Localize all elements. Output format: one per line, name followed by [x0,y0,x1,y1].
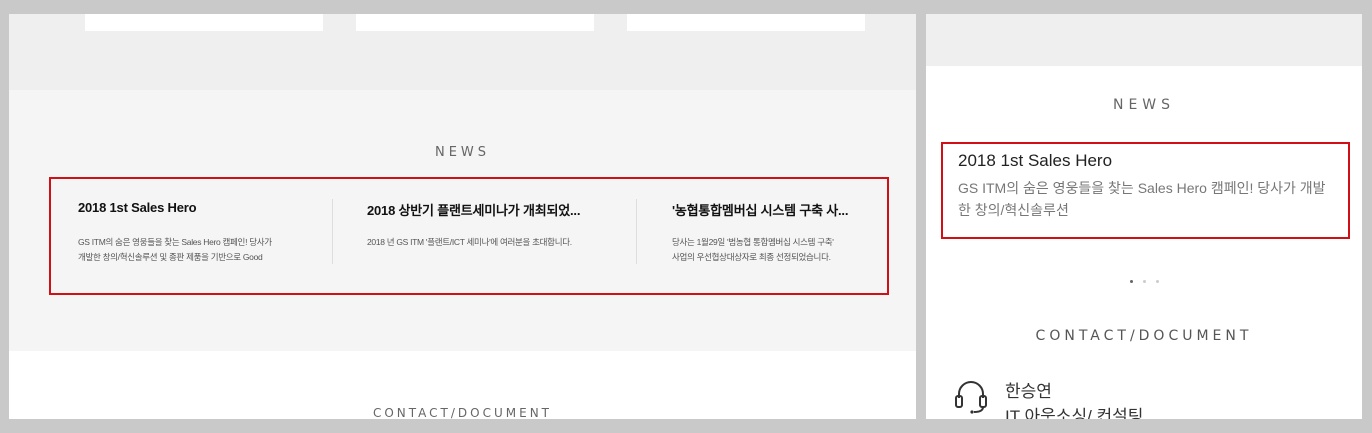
contact-name: 한승연 [1005,382,1052,401]
top-section [926,14,1362,66]
top-card [85,14,323,31]
news-item-desc: 당사는 1월29일 '범농협 통합멤버십 시스템 구축' 사업의 우선협상대상자… [672,235,834,265]
news-item-desc: GS ITM의 숨은 영웅들을 찾는 Sales Hero 캠페인! 당사가 개… [78,235,272,265]
contact-dept: IT 아웃소싱/ 컨설팅 [1005,407,1144,419]
news-item-title[interactable]: 2018 상반기 플랜트세미나가 개최되었... [367,200,580,219]
news-item-desc-line: 당사는 1월29일 '범농협 통합멤버십 시스템 구축' [672,237,834,247]
news-list-highlight: 2018 1st Sales Hero GS ITM의 숨은 영웅들을 찾는 S… [49,177,889,295]
carousel-dot[interactable] [1142,280,1146,284]
top-card [356,14,594,31]
news-heading: NEWS [1112,97,1176,113]
news-item-title[interactable]: '농협통합멤버십 시스템 구축 사... [672,200,848,219]
news-item-desc-line: 사업의 우선협상대상자로 최종 선정되었습니다. [672,252,831,262]
news-item-desc-line: GS ITM의 숨은 영웅들을 찾는 Sales Hero 캠페인! 당사가 [78,237,272,247]
carousel-dot[interactable] [1129,280,1133,284]
news-heading: NEWS [434,145,491,160]
carousel-dots [926,273,1362,291]
carousel-dot[interactable] [1155,280,1159,284]
news-item-desc-line: 개발한 창의/혁신솔루션 및 종판 제품을 기반으로 Good [78,252,263,262]
news-item-title[interactable]: 2018 1st Sales Hero [78,200,197,215]
news-item-desc: 2018 년 GS ITM '플랜트/ICT 세미나'에 여러분을 초대합니다. [367,235,572,250]
news-item[interactable]: 2018 상반기 플랜트세미나가 개최되었... 2018 년 GS ITM '… [333,179,636,297]
news-item[interactable]: '농협통합멤버십 시스템 구축 사... 당사는 1월29일 '범농협 통합멤버… [637,179,887,297]
news-item[interactable]: 2018 1st Sales Hero GS ITM의 숨은 영웅들을 찾는 S… [51,179,333,297]
desktop-view-panel: NEWS 2018 1st Sales Hero GS ITM의 숨은 영웅들을… [9,14,916,419]
news-item-desc-line: 2018 년 GS ITM '플랜트/ICT 세미나'에 여러분을 초대합니다. [367,237,572,247]
contact-heading: CONTACT/DOCUMENT [372,406,553,419]
news-item-highlight[interactable]: 2018 1st Sales Hero GS ITM의 숨은 영웅들을 찾는 S… [941,142,1350,239]
news-item-desc: GS ITM의 숨은 영웅들을 찾는 Sales Hero 캠페인! 당사가 개… [958,180,1326,218]
top-card [627,14,865,31]
contact-heading: CONTACT/DOCUMENT [1035,328,1253,344]
mobile-view-panel: NEWS 2018 1st Sales Hero GS ITM의 숨은 영웅들을… [926,14,1362,419]
news-item-title[interactable]: 2018 1st Sales Hero [958,151,1112,171]
headset-icon [955,381,987,414]
